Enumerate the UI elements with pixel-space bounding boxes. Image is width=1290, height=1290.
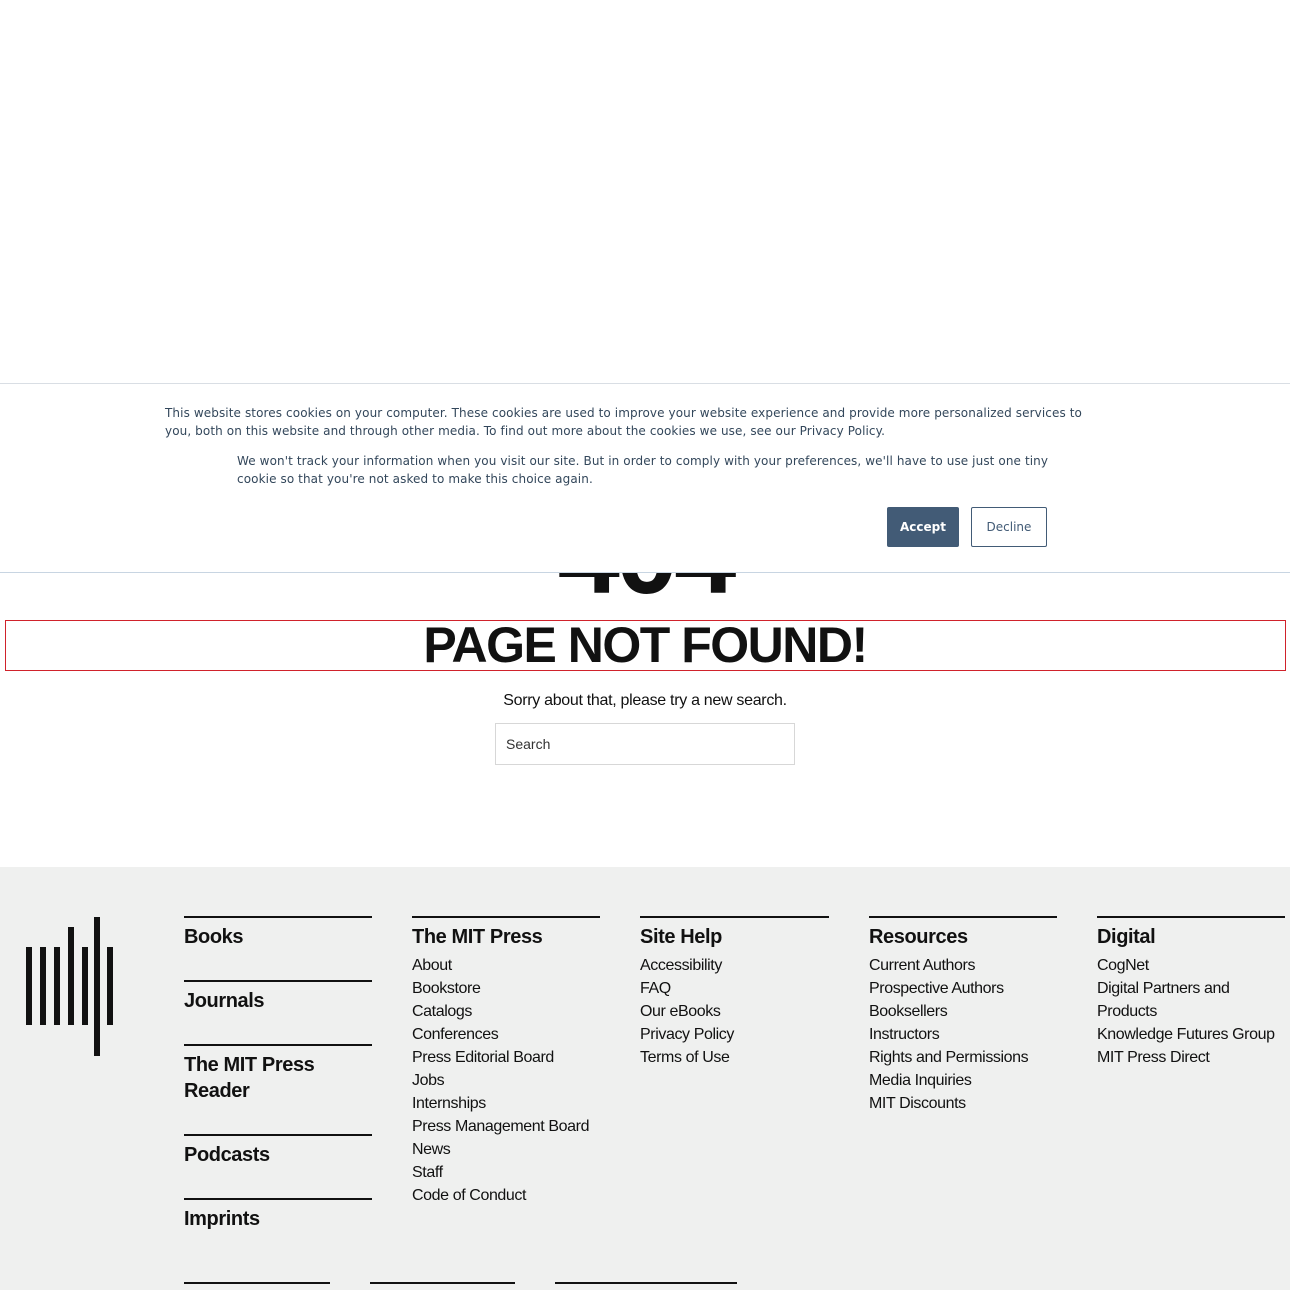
footer-link[interactable]: Catalogs (412, 1000, 600, 1023)
footer-link[interactable]: Press Editorial Board (412, 1046, 600, 1069)
footer-link[interactable]: Terms of Use (640, 1046, 829, 1069)
footer-link[interactable]: Accessibility (640, 954, 829, 977)
footer-link-label: The MIT Press Reader (184, 1054, 315, 1102)
footer-link-label: Journals (184, 990, 265, 1012)
search-input[interactable] (495, 723, 795, 765)
footer-column-mit-press: The MIT Press About Bookstore Catalogs C… (412, 916, 600, 1207)
page-title: PAGE NOT FOUND! (423, 617, 868, 673)
cookie-banner-text: This website stores cookies on your comp… (165, 406, 1082, 438)
footer-link[interactable]: Internships (412, 1092, 600, 1115)
footer-link[interactable]: MIT Discounts (869, 1092, 1057, 1115)
footer-column-heading: The MIT Press (412, 926, 543, 948)
footer-divider (555, 1282, 737, 1284)
footer-link[interactable]: FAQ (640, 977, 829, 1000)
footer-link[interactable]: Bookstore (412, 977, 600, 1000)
footer-link-label: Podcasts (184, 1144, 270, 1166)
footer-link[interactable]: Knowledge Futures Group (1097, 1023, 1285, 1046)
error-message: Sorry about that, please try a new searc… (503, 692, 787, 709)
footer-link-reader[interactable]: The MIT Press Reader (184, 1044, 372, 1104)
accept-cookies-button[interactable]: Accept (887, 507, 959, 547)
footer-column-heading: Resources (869, 926, 968, 948)
footer-link[interactable]: Jobs (412, 1069, 600, 1092)
footer-link[interactable]: News (412, 1138, 600, 1161)
footer-divider (370, 1282, 515, 1284)
footer-link-label: Imprints (184, 1208, 260, 1230)
footer-link[interactable]: Rights and Permissions (869, 1046, 1057, 1069)
footer-divider (184, 1282, 330, 1284)
footer-link-imprints[interactable]: Imprints (184, 1198, 372, 1232)
cookie-banner: This website stores cookies on your comp… (0, 383, 1290, 573)
site-footer: Books Journals The MIT Press Reader Podc… (0, 867, 1290, 1290)
footer-column-heading: Digital (1097, 926, 1156, 948)
footer-link[interactable]: Conferences (412, 1023, 600, 1046)
decline-cookies-button[interactable]: Decline (971, 507, 1047, 547)
footer-link[interactable]: Our eBooks (640, 1000, 829, 1023)
cookie-banner-subtext: We won't track your information when you… (237, 454, 1049, 486)
footer-link[interactable]: Staff (412, 1161, 600, 1184)
footer-link[interactable]: Prospective Authors (869, 977, 1057, 1000)
footer-link[interactable]: Booksellers (869, 1000, 1057, 1023)
footer-link-label: Books (184, 926, 244, 948)
footer-column-site-help: Site Help Accessibility FAQ Our eBooks P… (640, 916, 829, 1069)
footer-link-journals[interactable]: Journals (184, 980, 372, 1014)
footer-link[interactable]: CogNet (1097, 954, 1285, 977)
footer-column-heading: Site Help (640, 926, 722, 948)
footer-link[interactable]: Media Inquiries (869, 1069, 1057, 1092)
footer-column-resources: Resources Current Authors Prospective Au… (869, 916, 1057, 1115)
footer-link[interactable]: MIT Press Direct (1097, 1046, 1285, 1069)
footer-link[interactable]: Code of Conduct (412, 1184, 600, 1207)
footer-link[interactable]: Digital Partners and Products (1097, 977, 1247, 1023)
footer-link-books[interactable]: Books (184, 916, 372, 950)
footer-link[interactable]: Instructors (869, 1023, 1057, 1046)
footer-link[interactable]: About (412, 954, 600, 977)
footer-link[interactable]: Current Authors (869, 954, 1057, 977)
footer-link[interactable]: Press Management Board (412, 1115, 600, 1138)
mit-press-logo-icon[interactable] (26, 917, 116, 1057)
footer-link[interactable]: Privacy Policy (640, 1023, 829, 1046)
footer-column-digital: Digital CogNet Digital Partners and Prod… (1097, 916, 1285, 1069)
footer-link-podcasts[interactable]: Podcasts (184, 1134, 372, 1168)
